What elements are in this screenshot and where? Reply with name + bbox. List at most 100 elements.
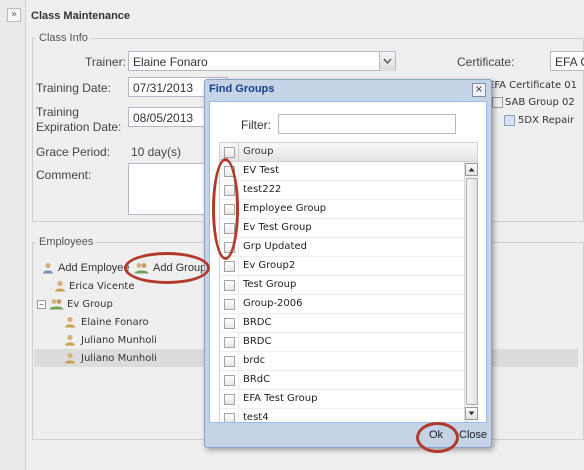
group-row[interactable]: Test Group [220, 276, 464, 295]
trainer-label: Trainer: [85, 55, 126, 69]
grid-scrollbar[interactable] [464, 162, 478, 422]
add-employee-button[interactable]: Add Employee [42, 262, 130, 274]
person-icon [65, 316, 75, 328]
panel-header: Class Maintenance [26, 0, 584, 30]
group-name: test222 [243, 184, 282, 195]
group-name: Employee Group [243, 203, 327, 214]
scroll-down-button[interactable] [465, 407, 478, 420]
certificate-icon [504, 115, 515, 126]
row-checkbox[interactable] [224, 242, 235, 253]
expiration-label-line2: Expiration Date: [36, 120, 122, 134]
row-checkbox[interactable] [224, 356, 235, 367]
folder-icon [492, 97, 503, 108]
filter-label: Filter: [241, 118, 271, 132]
find-groups-dialog: Find Groups × Filter: Group EV Test test… [204, 79, 492, 448]
row-checkbox[interactable] [224, 166, 235, 177]
group-row[interactable]: Grp Updated [220, 238, 464, 257]
tree-node-label: Juliano Munholi [81, 335, 157, 346]
cert-tree-item-label: EFA Certificate 01 [488, 80, 578, 91]
group-name: BRDC [243, 317, 272, 328]
group-row[interactable]: Employee Group [220, 200, 464, 219]
tree-node-label: Juliano Munholi [81, 353, 157, 364]
chevron-down-icon [383, 58, 392, 65]
training-date-label: Training Date: [36, 81, 111, 95]
trainer-dropdown-trigger[interactable] [379, 52, 395, 71]
tree-node-label: Elaine Fonaro [81, 317, 149, 328]
row-checkbox[interactable] [224, 299, 235, 310]
collapse-toggle-icon[interactable]: − [37, 300, 46, 309]
group-icon [49, 299, 64, 310]
group-name: Ev Group2 [243, 260, 296, 271]
row-checkbox[interactable] [224, 413, 235, 422]
group-row[interactable]: BRDC [220, 333, 464, 352]
group-row[interactable]: brdc [220, 352, 464, 371]
person-icon [65, 334, 75, 346]
row-checkbox[interactable] [224, 318, 235, 329]
cert-tree-item-label: 5DX Repair [518, 115, 575, 126]
class-info-legend: Class Info [36, 32, 91, 44]
cert-tree-item-label: SAB Group 02 [505, 97, 575, 108]
tree-node-label: Ev Group [67, 299, 113, 310]
add-person-icon [43, 262, 53, 274]
cert-tree-item[interactable]: SAB Group 02 [505, 97, 575, 108]
cert-tree-item[interactable]: EFA Certificate 01 [488, 80, 577, 91]
cert-tree-item[interactable]: 5DX Repair [518, 115, 574, 126]
close-button[interactable]: Close [459, 429, 487, 441]
panel-title: Class Maintenance [31, 10, 131, 22]
add-employee-label: Add Employee [58, 262, 130, 274]
trainer-value: Elaine Fonaro [133, 55, 208, 69]
trainer-combo[interactable]: Elaine Fonaro [128, 51, 396, 71]
collapsed-west-panel: » [0, 0, 26, 470]
person-icon [65, 352, 75, 364]
row-checkbox[interactable] [224, 280, 235, 291]
group-column-header[interactable]: Group [243, 146, 273, 157]
group-row[interactable]: BRdC [220, 371, 464, 390]
scroll-thumb[interactable] [466, 178, 478, 405]
group-name: EV Test [243, 165, 280, 176]
row-checkbox[interactable] [224, 261, 235, 272]
group-row[interactable]: BRDC [220, 314, 464, 333]
filter-input[interactable] [278, 114, 456, 134]
certificate-value: EFA C [555, 55, 584, 69]
group-row[interactable]: test222 [220, 181, 464, 200]
group-row[interactable]: EV Test [220, 162, 464, 181]
row-checkbox[interactable] [224, 204, 235, 215]
certificate-combo[interactable]: EFA C [550, 51, 584, 71]
groups-grid: EV Test test222 Employee Group Ev Test G… [219, 162, 478, 422]
row-checkbox[interactable] [224, 185, 235, 196]
row-checkbox[interactable] [224, 375, 235, 386]
header-divider [238, 143, 239, 161]
group-row[interactable]: test4 [220, 409, 464, 422]
employees-legend: Employees [36, 236, 97, 248]
expiration-date-value: 08/05/2013 [133, 111, 194, 125]
dialog-title: Find Groups [209, 83, 275, 95]
certificate-label: Certificate: [457, 55, 515, 69]
tree-node-label: Erica Vicente [69, 281, 135, 292]
group-row[interactable]: Ev Group2 [220, 257, 464, 276]
grace-period-label: Grace Period: [36, 145, 111, 159]
scroll-up-button[interactable] [465, 163, 478, 176]
chevron-down-icon [468, 411, 475, 416]
select-all-checkbox[interactable] [224, 147, 235, 158]
group-row[interactable]: Ev Test Group [220, 219, 464, 238]
group-name: Grp Updated [243, 241, 307, 252]
grace-period-value: 10 day(s) [131, 145, 182, 159]
group-name: test4 [243, 412, 269, 422]
group-name: EFA Test Group [243, 393, 318, 404]
row-checkbox[interactable] [224, 337, 235, 348]
close-icon[interactable]: × [472, 83, 486, 97]
group-name: brdc [243, 355, 266, 366]
grid-header: Group [219, 142, 478, 162]
group-row[interactable]: EFA Test Group [220, 390, 464, 409]
row-checkbox[interactable] [224, 223, 235, 234]
group-name: Test Group [243, 279, 297, 290]
group-name: Group-2006 [243, 298, 303, 309]
person-icon [55, 280, 65, 292]
group-row[interactable]: Group-2006 [220, 295, 464, 314]
expand-panel-button[interactable]: » [7, 8, 21, 22]
add-group-button[interactable]: Add Group [134, 262, 206, 274]
chevron-up-icon [468, 167, 475, 172]
row-checkbox[interactable] [224, 394, 235, 405]
expiration-label-line1: Training [36, 105, 79, 119]
ok-button[interactable]: Ok [429, 429, 443, 441]
